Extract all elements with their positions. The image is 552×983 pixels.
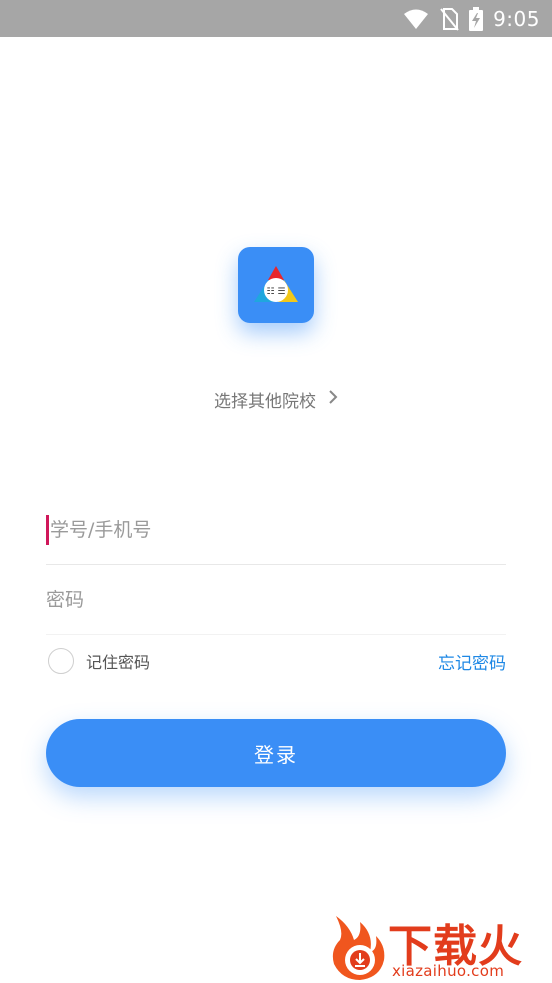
forgot-password-link[interactable]: 忘记密码 — [438, 649, 506, 674]
password-field-container — [46, 565, 506, 635]
chevron-right-icon — [328, 389, 338, 410]
remember-password-radio[interactable] — [48, 648, 74, 674]
triangle-logo-icon: ☷ ☰ — [254, 266, 298, 302]
no-sim-icon — [439, 7, 459, 31]
watermark-url: xiazaihuo.com — [392, 962, 505, 980]
status-time: 9:05 — [493, 6, 540, 31]
fire-download-icon — [332, 916, 385, 980]
password-input[interactable] — [46, 565, 506, 634]
remember-password-label: 记住密码 — [86, 653, 151, 672]
app-logo: ☷ ☰ — [238, 247, 314, 323]
username-input[interactable] — [46, 495, 506, 564]
select-other-school-label: 选择其他院校 — [214, 391, 316, 412]
remember-password[interactable]: 记住密码 — [46, 648, 150, 674]
watermark: 下载火 xiazaihuo.com — [326, 908, 552, 983]
text-cursor — [46, 515, 49, 545]
status-bar: 9:05 — [0, 0, 552, 37]
select-other-school[interactable]: 选择其他院校 — [0, 384, 552, 414]
login-button[interactable]: 登录 — [46, 719, 506, 787]
login-options: 记住密码 忘记密码 — [46, 646, 506, 676]
username-field-container — [46, 495, 506, 565]
wifi-icon — [403, 8, 429, 30]
battery-charging-icon — [469, 6, 484, 31]
svg-text:☷ ☰: ☷ ☰ — [267, 287, 286, 297]
